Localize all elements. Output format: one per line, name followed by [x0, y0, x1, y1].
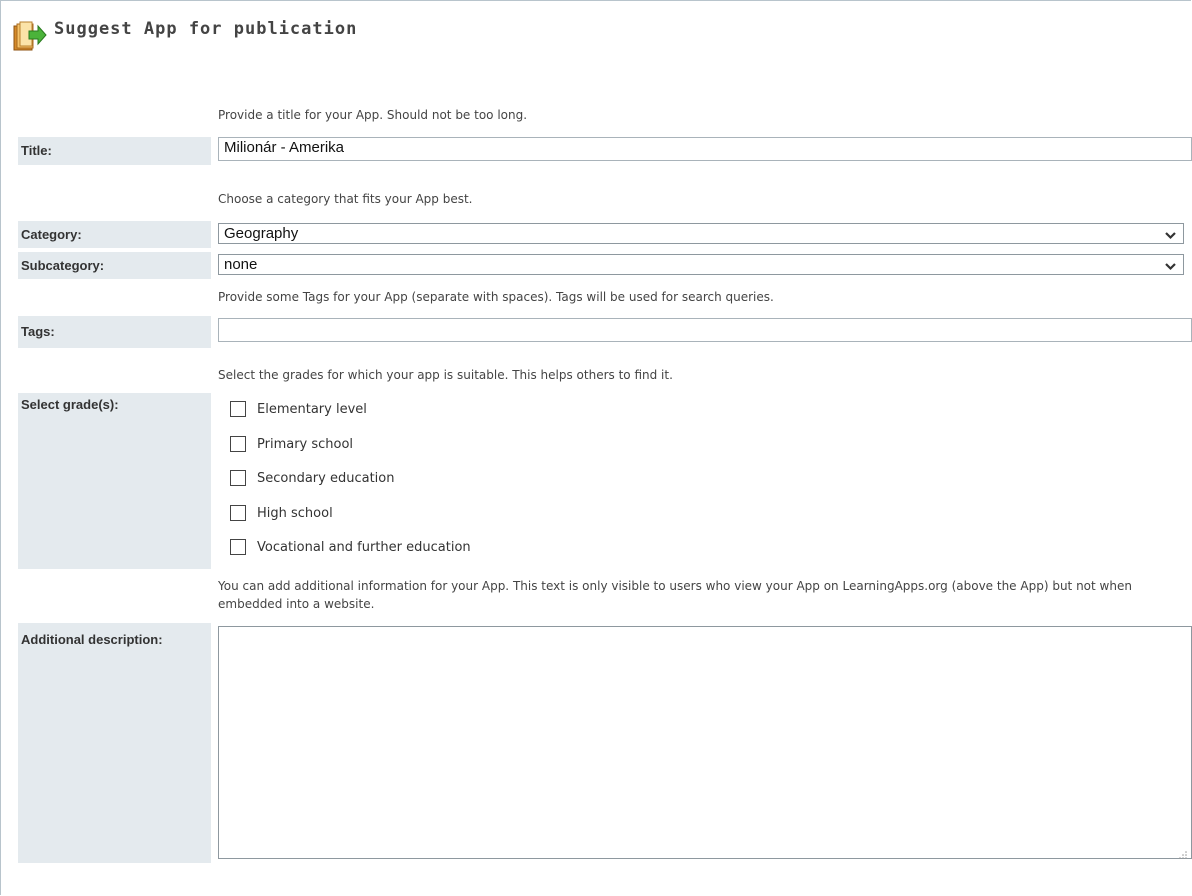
subcategory-select-value: none — [224, 256, 258, 273]
grade-option-label: High school — [257, 505, 333, 521]
page-title: Suggest App for publication — [54, 19, 358, 39]
chevron-down-icon — [1164, 227, 1177, 240]
tags-hint: Provide some Tags for your App (separate… — [218, 290, 774, 304]
category-select-value: Geography — [224, 225, 299, 242]
grade-checkbox[interactable] — [230, 401, 246, 417]
resize-grip-icon[interactable] — [1178, 845, 1188, 859]
grade-option[interactable]: High school — [230, 503, 333, 523]
grade-checkbox[interactable] — [230, 505, 246, 521]
grade-checkbox[interactable] — [230, 436, 246, 452]
grade-option-label: Secondary education — [257, 470, 395, 486]
title-hint: Provide a title for your App. Should not… — [218, 108, 528, 122]
chevron-down-icon — [1164, 258, 1177, 271]
grades-label: Select grade(s): — [18, 393, 211, 569]
subcategory-select[interactable]: none — [218, 254, 1184, 275]
grade-option[interactable]: Vocational and further education — [230, 537, 471, 557]
description-textarea[interactable] — [218, 626, 1192, 859]
subcategory-label: Subcategory: — [18, 252, 211, 279]
description-hint: You can add additional information for y… — [218, 579, 1132, 611]
description-label: Additional description: — [18, 623, 211, 863]
category-select[interactable]: Geography — [218, 223, 1184, 244]
grade-option[interactable]: Secondary education — [230, 468, 394, 488]
category-label: Category: — [18, 221, 211, 248]
book-arrow-icon — [12, 20, 48, 52]
grade-option-label: Primary school — [257, 436, 354, 452]
grade-option-label: Vocational and further education — [257, 539, 471, 555]
page-header: Suggest App for publication — [12, 19, 358, 52]
grade-option[interactable]: Primary school — [230, 434, 353, 454]
grade-checkbox[interactable] — [230, 539, 246, 555]
grade-option-label: Elementary level — [257, 401, 367, 417]
grades-hint: Select the grades for which your app is … — [218, 368, 673, 382]
grade-checkbox[interactable] — [230, 470, 246, 486]
tags-label: Tags: — [18, 316, 211, 348]
title-label: Title: — [18, 137, 211, 165]
title-input[interactable]: Milionár - Amerika — [218, 137, 1192, 161]
tags-input[interactable] — [218, 318, 1192, 342]
grade-option[interactable]: Elementary level — [230, 399, 367, 419]
category-hint: Choose a category that fits your App bes… — [218, 192, 473, 206]
